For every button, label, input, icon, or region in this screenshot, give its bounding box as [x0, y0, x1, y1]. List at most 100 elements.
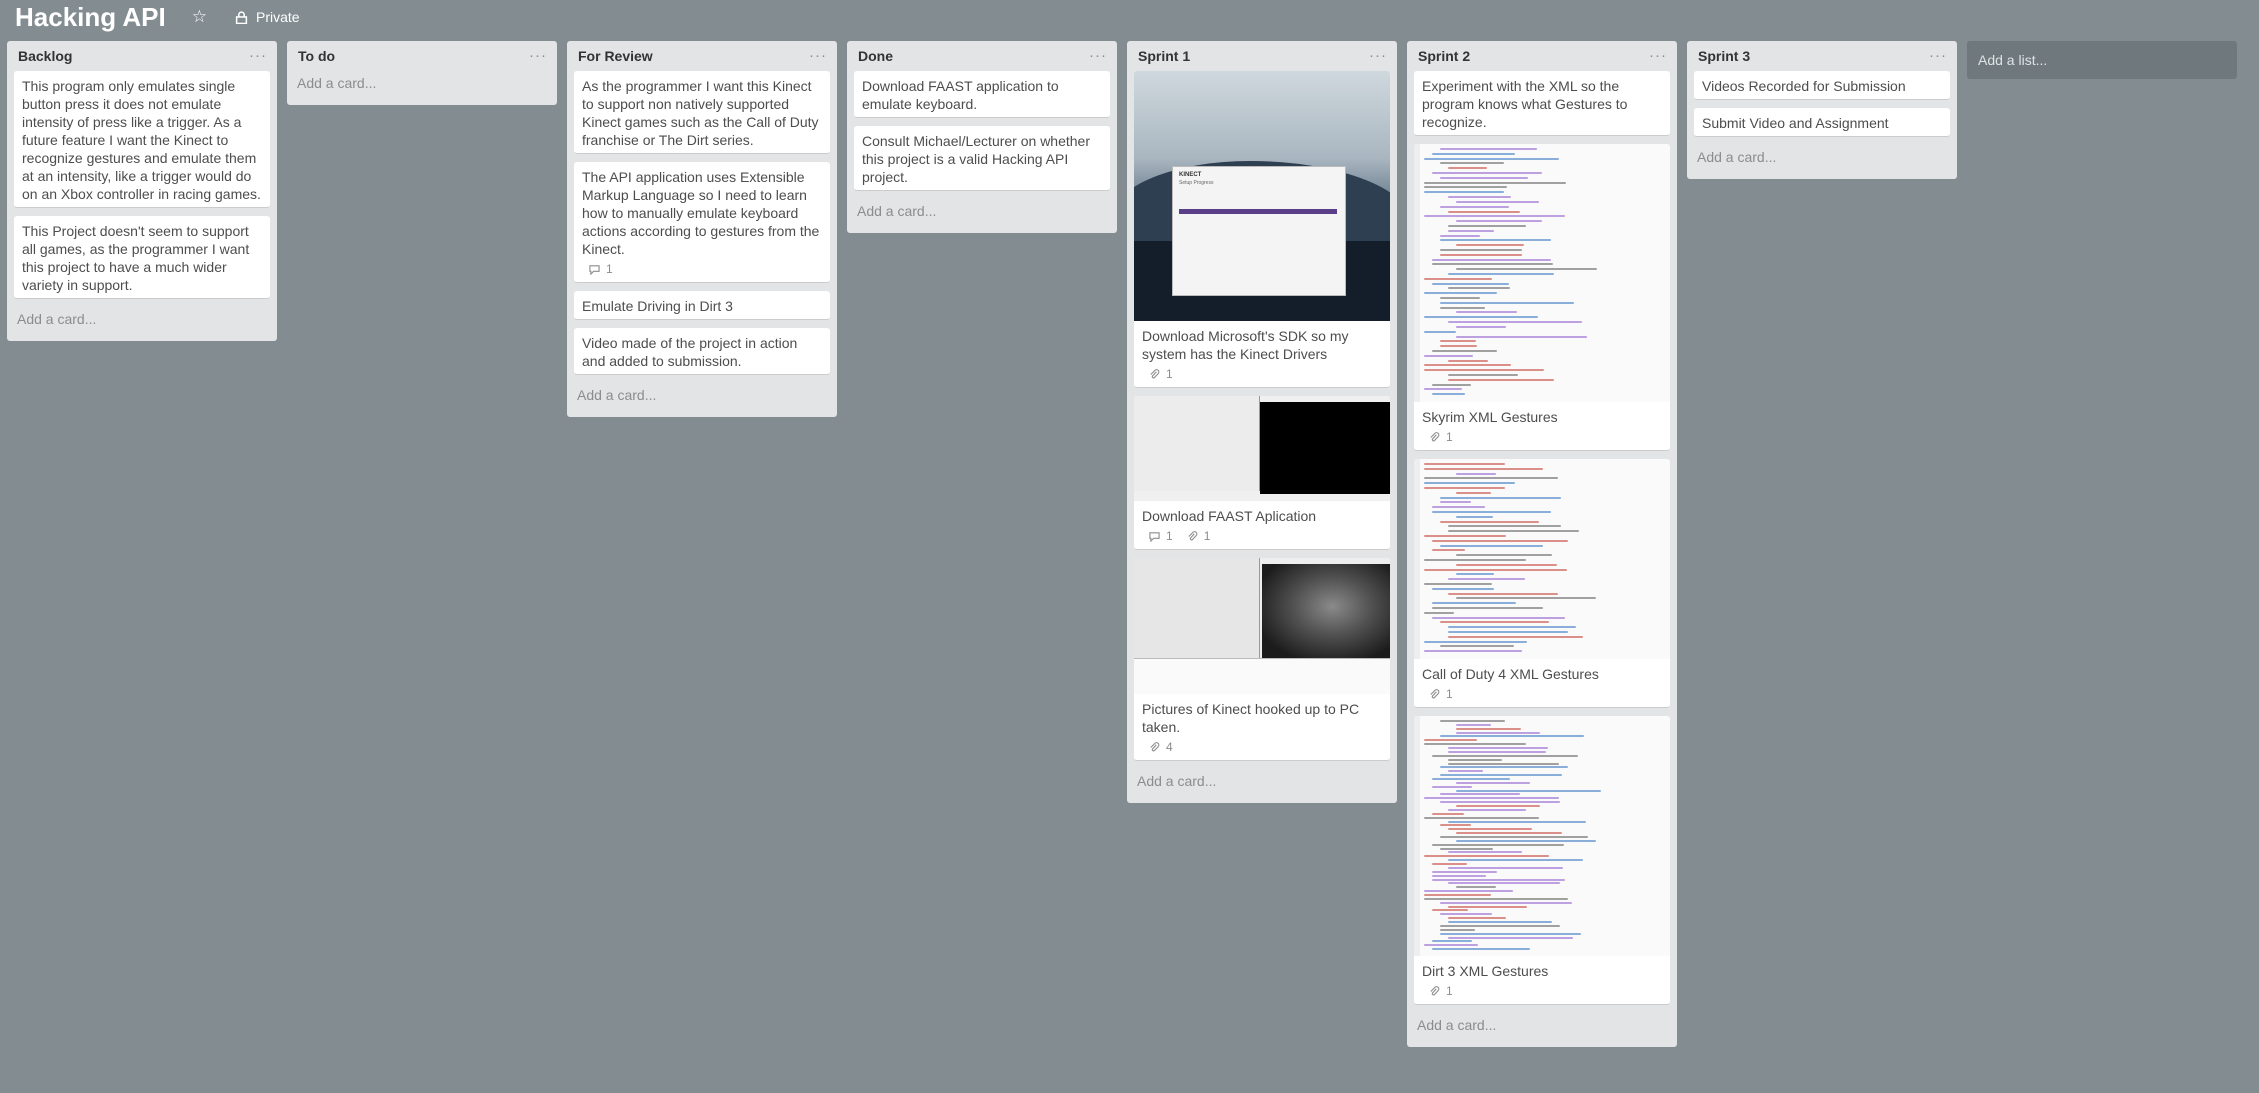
thumb-title: KINECT [1179, 172, 1202, 178]
code-line [1456, 515, 1493, 518]
code-line [1448, 359, 1488, 362]
code-line [1432, 785, 1472, 788]
code-line [1448, 828, 1532, 831]
card[interactable]: Emulate Driving in Dirt 3 [574, 291, 830, 320]
card-title: This Project doesn't seem to support all… [22, 223, 250, 293]
add-card-button[interactable]: Add a card... [7, 307, 277, 341]
code-line [1424, 354, 1473, 357]
code-line [1424, 739, 1477, 742]
card-badges: 1 [1414, 984, 1670, 1004]
paperclip-icon [1430, 985, 1440, 995]
list-title[interactable]: Sprint 3 [1698, 48, 1750, 64]
card[interactable]: Dirt 3 XML Gestures 1 [1414, 716, 1670, 1005]
list-menu-icon[interactable]: ··· [1369, 48, 1387, 63]
code-line [1424, 559, 1526, 561]
code-line [1424, 364, 1511, 367]
add-card-button[interactable]: Add a card... [1127, 769, 1397, 803]
list-title[interactable]: Sprint 1 [1138, 48, 1190, 64]
attachment-count: 1 [1166, 367, 1173, 381]
lock-icon [235, 10, 248, 24]
list-title[interactable]: Done [858, 48, 893, 64]
code-line [1448, 882, 1560, 885]
code-line [1440, 162, 1504, 165]
card[interactable]: As the programmer I want this Kinect to … [574, 71, 830, 154]
code-line [1440, 297, 1480, 300]
code-line [1432, 948, 1530, 951]
code-line [1440, 340, 1476, 343]
add-list-button[interactable]: Add a list... [1967, 41, 2237, 79]
code-line [1440, 901, 1572, 904]
code-line [1448, 626, 1576, 629]
card[interactable]: Skyrim XML Gestures 1 [1414, 144, 1670, 451]
star-icon[interactable]: ☆ [192, 7, 207, 27]
card-title: Skyrim XML Gestures [1422, 409, 1558, 425]
card[interactable]: Submit Video and Assignment [1694, 108, 1950, 137]
card[interactable]: Video made of the project in action and … [574, 328, 830, 375]
code-line [1432, 549, 1465, 552]
code-line [1448, 808, 1526, 811]
code-line [1432, 587, 1494, 590]
code-line [1440, 176, 1528, 179]
code-line [1448, 762, 1559, 765]
code-line [1432, 870, 1497, 873]
code-line [1448, 578, 1525, 581]
list-title[interactable]: Sprint 2 [1418, 48, 1470, 64]
card[interactable]: This Project doesn't seem to support all… [14, 216, 270, 299]
card[interactable]: Download FAAST Aplication 1 1 [1134, 396, 1390, 550]
list-title[interactable]: To do [298, 48, 335, 64]
code-line [1448, 905, 1527, 908]
code-line [1432, 909, 1468, 912]
code-line [1440, 501, 1471, 504]
code-line [1432, 539, 1568, 542]
board-title[interactable]: Hacking API [15, 2, 166, 33]
code-line [1448, 224, 1526, 227]
thumb-subtitle: Setup Progress [1179, 180, 1214, 186]
code-line [1432, 616, 1565, 619]
code-line [1424, 388, 1462, 391]
depth-camera-thumbnail [1262, 564, 1390, 658]
card[interactable]: This program only emulates single button… [14, 71, 270, 208]
code-line [1424, 215, 1565, 218]
list-title[interactable]: For Review [578, 48, 653, 64]
add-card-button[interactable]: Add a card... [287, 71, 557, 105]
privacy-button[interactable]: Private [235, 9, 300, 25]
list-menu-icon[interactable]: ··· [529, 48, 547, 63]
comment-badge: 1 [589, 262, 613, 276]
card[interactable]: Download FAAST application to emulate ke… [854, 71, 1110, 118]
add-card-button[interactable]: Add a card... [1687, 145, 1957, 179]
code-line [1440, 239, 1551, 242]
code-line [1456, 220, 1542, 223]
list-menu-icon[interactable]: ··· [1929, 48, 1947, 63]
list-sprint-1: Sprint 1 ··· KINECT Setup Progress Downl… [1127, 41, 1397, 803]
code-line [1448, 917, 1506, 920]
code-line [1448, 196, 1511, 199]
list-menu-icon[interactable]: ··· [1649, 48, 1667, 63]
attachment-badge: 1 [1429, 687, 1453, 701]
card[interactable]: The API application uses Extensible Mark… [574, 162, 830, 283]
code-line [1432, 511, 1551, 513]
code-line [1448, 530, 1579, 533]
code-line [1432, 607, 1543, 609]
card[interactable]: Pictures of Kinect hooked up to PC taken… [1134, 558, 1390, 761]
list-menu-icon[interactable]: ··· [1089, 48, 1107, 63]
card[interactable]: Call of Duty 4 XML Gestures 1 [1414, 459, 1670, 708]
list-menu-icon[interactable]: ··· [809, 48, 827, 63]
add-card-button[interactable]: Add a card... [1407, 1013, 1677, 1047]
code-line [1440, 248, 1522, 251]
add-card-button[interactable]: Add a card... [847, 199, 1117, 233]
list-title[interactable]: Backlog [18, 48, 72, 64]
code-line [1424, 277, 1492, 280]
list-menu-icon[interactable]: ··· [249, 48, 267, 63]
code-line [1456, 727, 1521, 730]
code-line [1424, 463, 1505, 465]
card[interactable]: Experiment with the XML so the program k… [1414, 71, 1670, 136]
card[interactable]: Consult Michael/Lecturer on whether this… [854, 126, 1110, 191]
code-line [1456, 491, 1491, 494]
card[interactable]: Videos Recorded for Submission [1694, 71, 1950, 100]
list-done: Done ··· Download FAAST application to e… [847, 41, 1117, 233]
add-card-button[interactable]: Add a card... [567, 383, 837, 417]
code-line [1440, 932, 1581, 935]
code-line [1448, 859, 1583, 862]
code-line [1424, 487, 1505, 489]
card[interactable]: KINECT Setup Progress Download Microsoft… [1134, 71, 1390, 388]
